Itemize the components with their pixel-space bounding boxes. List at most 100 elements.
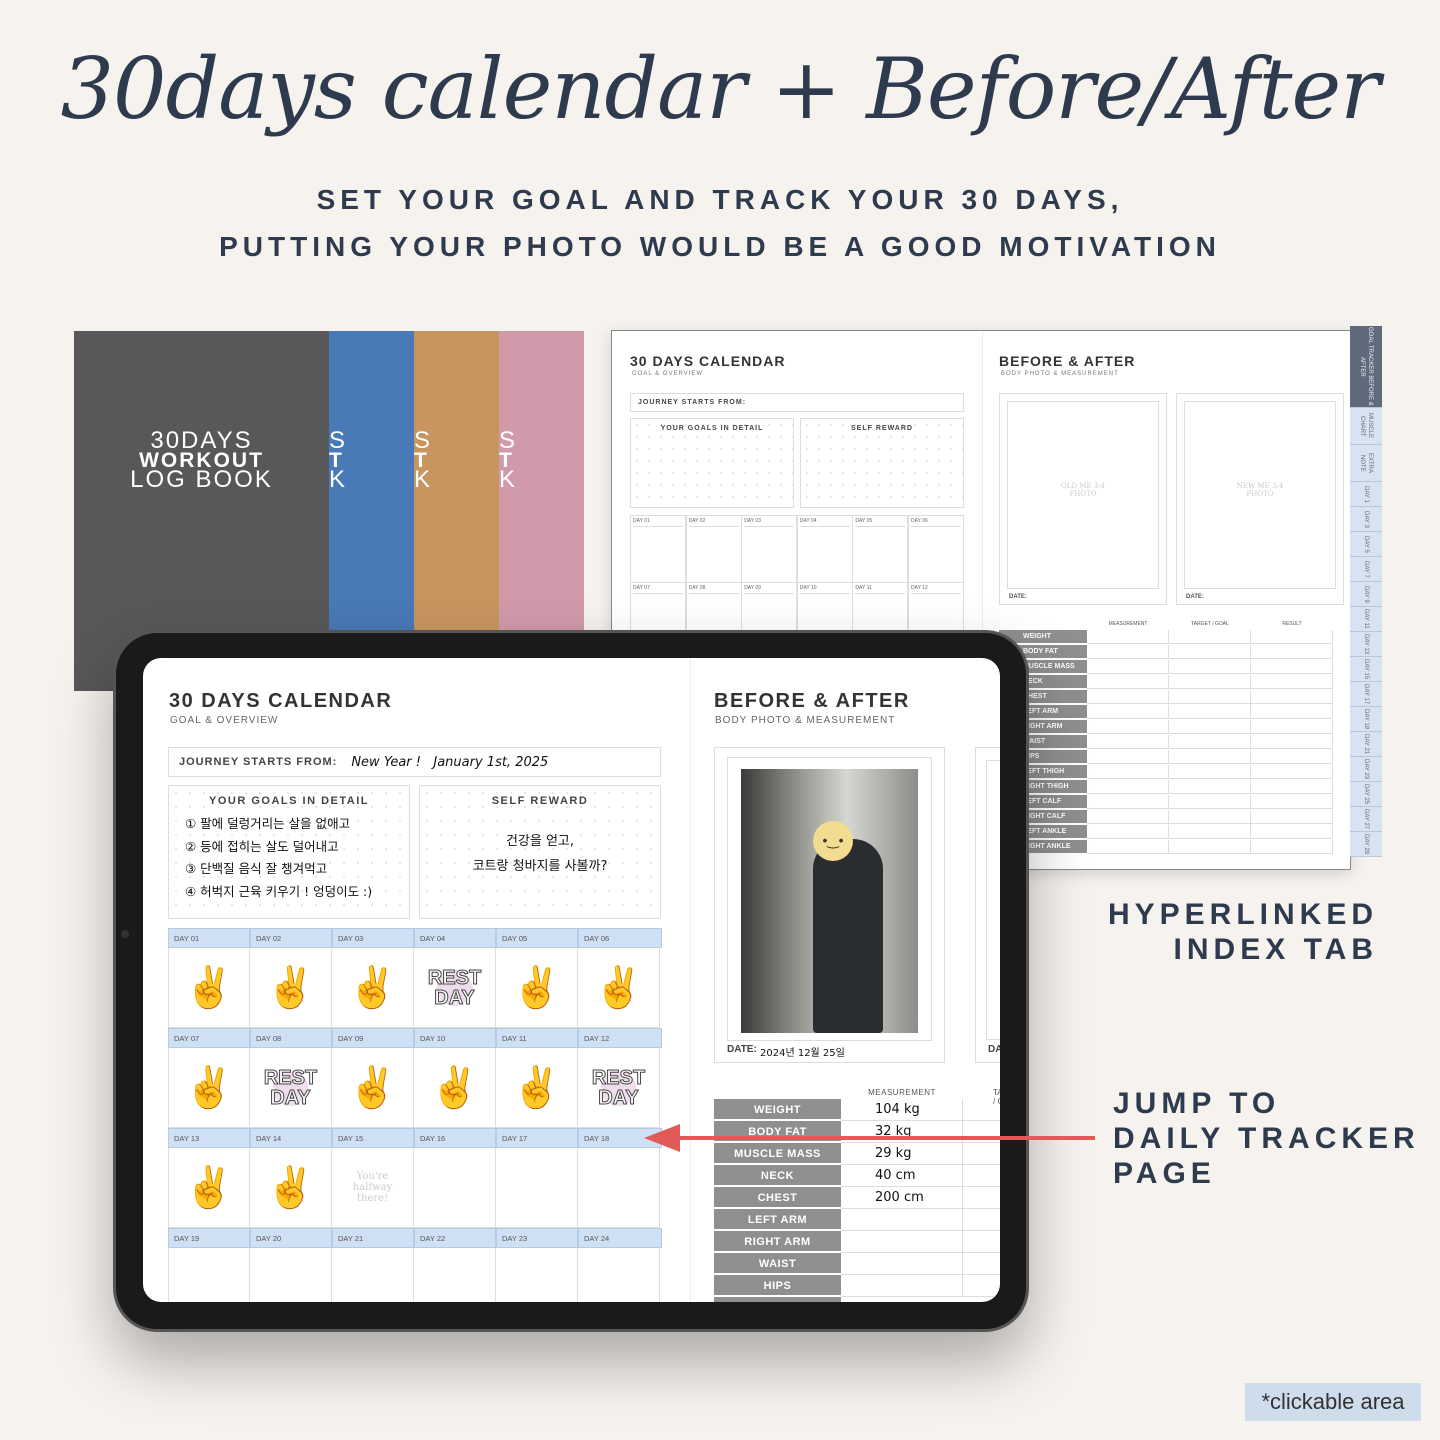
day-cell[interactable]: ✌ [168, 1148, 250, 1228]
day-cell[interactable]: ✌ [496, 948, 578, 1028]
preview-cell [1087, 705, 1169, 719]
day-cell[interactable]: ✌ [250, 1148, 332, 1228]
before-after-subtitle: BODY PHOTO & MEASUREMENT [715, 715, 896, 726]
preview-cell [1087, 795, 1169, 809]
preview-measurement-row: RIGHT CALF [999, 810, 1333, 824]
preview-journey-field: JOURNEY STARTS FROM: [630, 393, 964, 412]
index-tab[interactable]: DAY 19 [1350, 707, 1382, 732]
target-cell[interactable] [963, 1253, 1000, 1275]
day-cell[interactable] [578, 1248, 660, 1302]
after-photo-frame[interactable]: DATE: [975, 747, 1000, 1063]
measurement-value[interactable] [841, 1231, 963, 1253]
day-header: DAY 02 [250, 928, 332, 948]
day-header: DAY 16 [414, 1128, 496, 1148]
reward-label: SELF REWARD [491, 795, 589, 807]
index-tab[interactable]: DAY 13 [1350, 632, 1382, 657]
day-header: DAY 15 [332, 1128, 414, 1148]
measurement-label: CHEST [714, 1187, 841, 1209]
index-tab[interactable]: DAY 27 [1350, 807, 1382, 832]
preview-cell [1087, 630, 1169, 644]
calendar-title: 30 DAYS CALENDAR [169, 690, 393, 712]
target-cell[interactable] [963, 1099, 1000, 1121]
target-cell[interactable] [963, 1165, 1000, 1187]
measurement-value[interactable]: 104 kg [841, 1099, 963, 1121]
preview-date-label: DATE: [1186, 594, 1204, 600]
index-tab[interactable]: MUSCLE CHART [1350, 408, 1382, 445]
journey-field[interactable]: JOURNEY STARTS FROM: New Year ! January … [168, 747, 661, 777]
measurement-value[interactable]: 200 cm [841, 1187, 963, 1209]
day-cell[interactable]: ✌ [414, 1048, 496, 1128]
index-tab[interactable]: GOAL TRACKER BEFORE & AFTER [1350, 326, 1382, 408]
day-cell[interactable]: You're halfway there! [332, 1148, 414, 1228]
index-tab[interactable]: DAY 29 [1350, 832, 1382, 857]
target-cell[interactable] [963, 1187, 1000, 1209]
date-label: DATE: [988, 1044, 1000, 1055]
index-tab[interactable]: DAY 15 [1350, 657, 1382, 682]
day-cell[interactable] [578, 1148, 660, 1228]
day-cell[interactable]: ✌ [332, 948, 414, 1028]
index-tab[interactable]: DAY 9 [1350, 582, 1382, 607]
day-cell[interactable]: ✌ [332, 1048, 414, 1128]
target-cell[interactable] [963, 1231, 1000, 1253]
measurement-value[interactable] [841, 1275, 963, 1297]
target-cell[interactable] [963, 1209, 1000, 1231]
day-cell[interactable]: REST DAY [578, 1048, 660, 1128]
preview-cell [1169, 795, 1251, 809]
day-cell[interactable] [496, 1248, 578, 1302]
halfway-note: You're halfway there! [352, 1171, 393, 1204]
day-cell[interactable]: ✌ [496, 1048, 578, 1128]
rest-text: DAY [270, 1086, 311, 1109]
index-tab[interactable]: DAY 21 [1350, 732, 1382, 757]
index-tab[interactable]: DAY 17 [1350, 682, 1382, 707]
day-cell[interactable]: ✌ [168, 1048, 250, 1128]
preview-cell [1087, 645, 1169, 659]
day-cell[interactable]: ✌ [168, 948, 250, 1028]
index-tab[interactable]: DAY 3 [1350, 507, 1382, 532]
day-cell[interactable]: ✌ [578, 948, 660, 1028]
index-tab[interactable]: DAY 11 [1350, 607, 1382, 632]
preview-day-label: DAY 11 [855, 585, 906, 594]
day-cell[interactable]: ✌ [250, 948, 332, 1028]
peace-hand-icon: ✌ [265, 1166, 316, 1210]
day-cell[interactable] [414, 1248, 496, 1302]
index-tab[interactable]: EXTRA NOTE [1350, 445, 1382, 482]
goal-item: ④ 허벅지 근육 키우기 ! 엉덩이도 :) [185, 883, 373, 899]
peace-hand-icon: ✌ [511, 1066, 562, 1110]
col-header-measurement: MEASUREMENT [868, 1088, 936, 1097]
measurement-value[interactable] [841, 1253, 963, 1275]
peace-hand-icon: ✌ [511, 966, 562, 1010]
index-tab[interactable]: DAY 23 [1350, 757, 1382, 782]
face-sticker-icon: •‿• [813, 821, 853, 861]
day-cell[interactable] [332, 1248, 414, 1302]
preview-day-cell: DAY 01 [630, 515, 686, 583]
rest-text: DAY [434, 986, 475, 1009]
day-header: DAY 11 [496, 1028, 578, 1048]
index-tab[interactable]: DAY 25 [1350, 782, 1382, 807]
day-cell[interactable] [168, 1248, 250, 1302]
index-tab[interactable]: DAY 7 [1350, 557, 1382, 582]
day-cell[interactable]: REST DAY [250, 1048, 332, 1128]
reward-box[interactable]: SELF REWARD 건강을 얻고, 코트랑 청바지를 사볼까? [419, 785, 661, 919]
preview-cell [1251, 825, 1333, 839]
day-cell[interactable] [496, 1148, 578, 1228]
measurement-value[interactable]: 40 cm [841, 1165, 963, 1187]
day-cell[interactable] [250, 1248, 332, 1302]
preview-cell [1169, 690, 1251, 704]
target-cell[interactable] [963, 1275, 1000, 1297]
goal-item: ③ 단백질 음식 잘 챙겨먹고 [185, 861, 328, 876]
day-header: DAY 06 [578, 928, 662, 948]
preview-cell [1251, 810, 1333, 824]
before-photo-frame[interactable]: •‿• DATE: 2024년 12월 25일 [714, 747, 945, 1063]
day-header: DAY 03 [332, 928, 414, 948]
day-header: DAY 14 [250, 1128, 332, 1148]
measurement-row: WAIST [714, 1253, 1000, 1275]
index-tab[interactable]: DAY 1 [1350, 482, 1382, 507]
day-cell[interactable]: REST DAY [414, 948, 496, 1028]
measurement-value[interactable] [841, 1209, 963, 1231]
day-header: DAY 09 [332, 1028, 414, 1048]
day-cell[interactable] [414, 1148, 496, 1228]
index-tab[interactable]: DAY 5 [1350, 532, 1382, 557]
peace-hand-icon: ✌ [184, 966, 234, 1010]
preview-date-label: DATE: [1009, 594, 1027, 600]
goals-box[interactable]: YOUR GOALS IN DETAIL ① 팔에 덜렁거리는 살을 없애고 ②… [168, 785, 410, 919]
